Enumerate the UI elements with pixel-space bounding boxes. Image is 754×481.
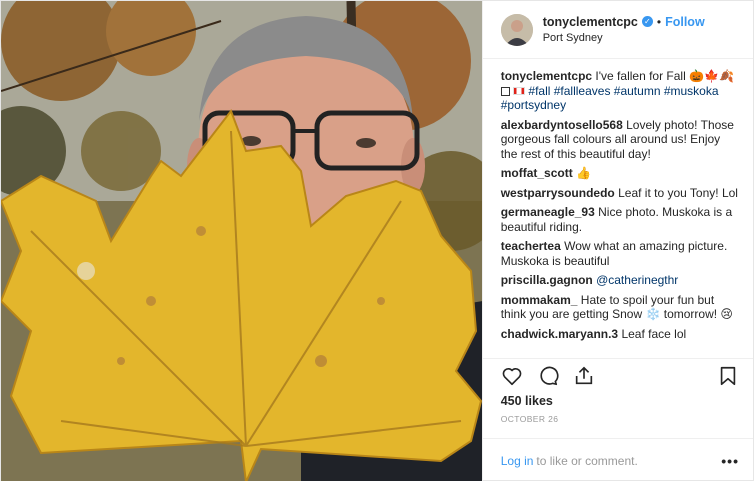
canada-flag-icon	[513, 86, 526, 95]
list-item: priscilla.gagnon @catherinegthr	[501, 273, 739, 288]
post-photo	[1, 1, 482, 481]
caption-username[interactable]: tonyclementcpc	[501, 69, 592, 83]
avatar-image	[500, 13, 533, 46]
missing-glyph-icon	[500, 86, 510, 96]
comment-username[interactable]: teachertea	[501, 239, 561, 253]
like-count[interactable]: 450 likes	[483, 392, 753, 412]
login-prompt: Log in to like or comment. •••	[482, 438, 753, 481]
list-item: westparrysoundedo Leaf it to you Tony! L…	[501, 186, 739, 201]
header-text: tonyclementcpc ✓ • Follow Port Sydney	[543, 14, 705, 46]
bookmark-icon[interactable]	[717, 365, 739, 387]
list-item: mommakam_ Hate to spoil your fun but thi…	[501, 293, 739, 322]
caption: tonyclementcpc I've fallen for Fall 🎃🍁🍂 …	[500, 69, 739, 113]
pumpkin-emoji-icon: 🎃🍁🍂	[689, 69, 734, 83]
comment-text: Leaf face lol	[621, 326, 687, 341]
comment-username[interactable]: alexbardyntosello568	[501, 118, 623, 132]
action-bar	[482, 358, 753, 392]
comment-username[interactable]: germaneagle_93	[501, 205, 595, 219]
post-header: tonyclementcpc ✓ • Follow Port Sydney	[482, 1, 753, 59]
comment-mention[interactable]: @catherinegthr	[596, 273, 678, 287]
follow-button[interactable]: Follow	[665, 14, 705, 30]
header-username[interactable]: tonyclementcpc	[543, 14, 638, 30]
thumbs-up-icon: 👍	[576, 166, 592, 180]
instagram-post: tonyclementcpc ✓ • Follow Port Sydney to…	[0, 0, 754, 481]
list-item: teachertea Wow what an amazing picture. …	[501, 239, 739, 268]
comment-username[interactable]: chadwick.maryann.3	[501, 327, 618, 341]
comment-username[interactable]: westparrysoundedo	[501, 186, 615, 200]
header-separator: •	[656, 14, 662, 29]
list-item: moffat_scott 👍	[501, 166, 739, 181]
caption-text: I've fallen for Fall	[595, 69, 686, 83]
header-row: tonyclementcpc ✓ • Follow	[543, 14, 705, 30]
avatar[interactable]	[500, 13, 533, 46]
list-item: germaneagle_93 Nice photo. Muskoka is a …	[501, 205, 739, 234]
location-link[interactable]: Port Sydney	[543, 30, 705, 46]
heart-icon[interactable]	[501, 365, 523, 387]
comment-text: Leaf it to you Tony! Lol	[618, 185, 738, 200]
comment-icon[interactable]	[537, 365, 559, 387]
comment-username[interactable]: priscilla.gagnon	[501, 273, 593, 287]
caption-hashtags[interactable]: #fall #fallleaves #autumn #muskoka #port…	[501, 84, 719, 113]
post-date: OCTOBER 26	[500, 414, 559, 424]
post-sidebar: tonyclementcpc ✓ • Follow Port Sydney to…	[481, 1, 753, 481]
comment-username[interactable]: mommakam_	[501, 293, 578, 307]
list-item: chadwick.maryann.3 Leaf face lol	[501, 327, 739, 342]
list-item: alexbardyntosello568 Lovely photo! Those…	[501, 118, 739, 162]
leaf-selfie-image	[1, 1, 482, 481]
more-options-icon[interactable]: •••	[721, 453, 739, 469]
comment-username[interactable]: moffat_scott	[501, 166, 573, 180]
comments-list: tonyclementcpc I've fallen for Fall 🎃🍁🍂 …	[483, 59, 753, 358]
login-text: to like or comment.	[536, 453, 638, 468]
login-link[interactable]: Log in	[501, 454, 534, 468]
share-icon[interactable]	[573, 365, 595, 387]
verified-icon: ✓	[641, 16, 653, 27]
